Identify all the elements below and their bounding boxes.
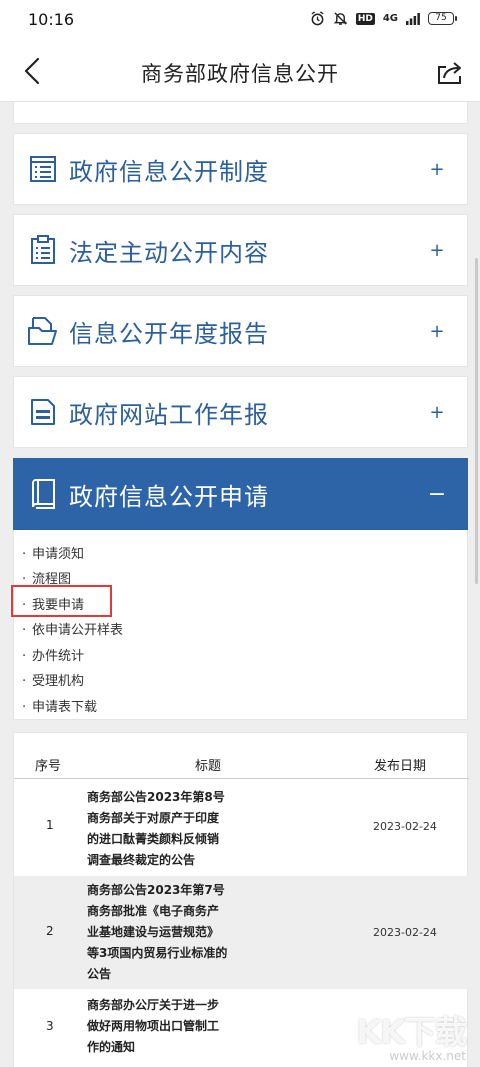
- submenu-item-sample-form[interactable]: · 依申请公开样表: [22, 619, 123, 638]
- submenu-item-statistics[interactable]: · 办件统计: [22, 645, 84, 664]
- previous-card-sliver: [13, 102, 468, 124]
- report-icon: [17, 376, 69, 448]
- row-date: 2023-02-24: [373, 820, 437, 833]
- section-label: 政府信息公开制度: [69, 157, 269, 186]
- collapse-icon: −: [427, 481, 447, 507]
- header-no: 序号: [35, 759, 62, 774]
- row-date: 2023-02-24: [373, 926, 437, 939]
- submenu-item-agency[interactable]: · 受理机构: [22, 670, 84, 689]
- status-icons: HD 4G 75: [310, 11, 457, 26]
- row-title[interactable]: 商务部公告2023年第8号 商务部关于对原产于印度 的进口酞菁类颜料反倾销 调查…: [87, 787, 257, 871]
- expand-icon: +: [429, 158, 445, 180]
- nav-bar: 商务部政府信息公开: [0, 40, 480, 102]
- section-label: 法定主动公开内容: [69, 238, 269, 267]
- header-date: 发布日期: [374, 759, 427, 774]
- status-time: 10:16: [28, 10, 75, 29]
- section-label: 政府信息公开申请: [69, 482, 269, 511]
- submenu-item-form-download[interactable]: · 申请表下载: [22, 696, 97, 715]
- alarm-icon: [311, 11, 324, 26]
- header-title: 标题: [195, 759, 222, 774]
- expand-icon: +: [429, 320, 445, 342]
- row-no: 1: [46, 818, 54, 832]
- expand-icon: +: [429, 239, 445, 261]
- list-document-icon: [17, 133, 69, 205]
- row-title[interactable]: 商务部公告2023年第7号 商务部批准《电子商务产 业基地建设与运营规范》 等3…: [87, 880, 257, 985]
- hd-badge: HD: [355, 12, 375, 25]
- section-label: 政府网站工作年报: [69, 400, 269, 429]
- section-gov-info-system[interactable]: 政府信息公开制度 +: [13, 133, 468, 205]
- row-no: 2: [46, 924, 54, 938]
- scrollbar[interactable]: [475, 258, 478, 584]
- status-bar: 10:16 HD 4G 75: [0, 0, 480, 40]
- share-icon: [438, 62, 461, 84]
- network-indicator: 4G: [382, 13, 398, 24]
- row-no: 3: [46, 1019, 54, 1033]
- section-info-application[interactable]: 政府信息公开申请 −: [13, 458, 468, 530]
- content-area[interactable]: 政府信息公开制度 + 法定主动公开内容 + 信息公开年度报告 + 政府网站工作年…: [0, 102, 480, 1067]
- page-title: 商务部政府信息公开: [141, 62, 339, 86]
- clipboard-icon: [17, 214, 69, 286]
- signal-icon: [406, 12, 420, 25]
- expand-icon: +: [429, 401, 445, 423]
- section-statutory-disclosure[interactable]: 法定主动公开内容 +: [13, 214, 468, 286]
- watermark: KK下载 www.kkx.net: [356, 1007, 467, 1063]
- section-annual-report[interactable]: 信息公开年度报告 +: [13, 295, 468, 367]
- share-button[interactable]: [432, 53, 468, 91]
- row-title[interactable]: 商务部办公厅关于进一步 做好两用物项出口管制工 作的通知: [87, 995, 257, 1058]
- application-submenu: · 申请须知 · 流程图 · 我要申请 · 依申请公开样表 · 办件统计 · 受理机构 · 申…: [13, 530, 468, 720]
- battery-indicator: 75: [428, 12, 457, 25]
- table-header: 序号 标题 发布日期: [14, 747, 469, 779]
- mute-bell-icon: [333, 12, 348, 25]
- section-label: 信息公开年度报告: [69, 319, 269, 348]
- watermark-logo: KK下载: [356, 1013, 467, 1051]
- section-website-annual-report[interactable]: 政府网站工作年报 +: [13, 376, 468, 448]
- highlight-annotation: [11, 585, 112, 617]
- folder-icon: [17, 295, 69, 367]
- book-icon: [17, 458, 69, 530]
- table-row[interactable]: 2 商务部公告2023年第7号 商务部批准《电子商务产 业基地建设与运营规范》 …: [14, 876, 469, 989]
- table-row[interactable]: 1 商务部公告2023年第8号 商务部关于对原产于印度 的进口酞菁类颜料反倾销 …: [14, 780, 469, 876]
- submenu-item-application-notes[interactable]: · 申请须知: [22, 543, 84, 562]
